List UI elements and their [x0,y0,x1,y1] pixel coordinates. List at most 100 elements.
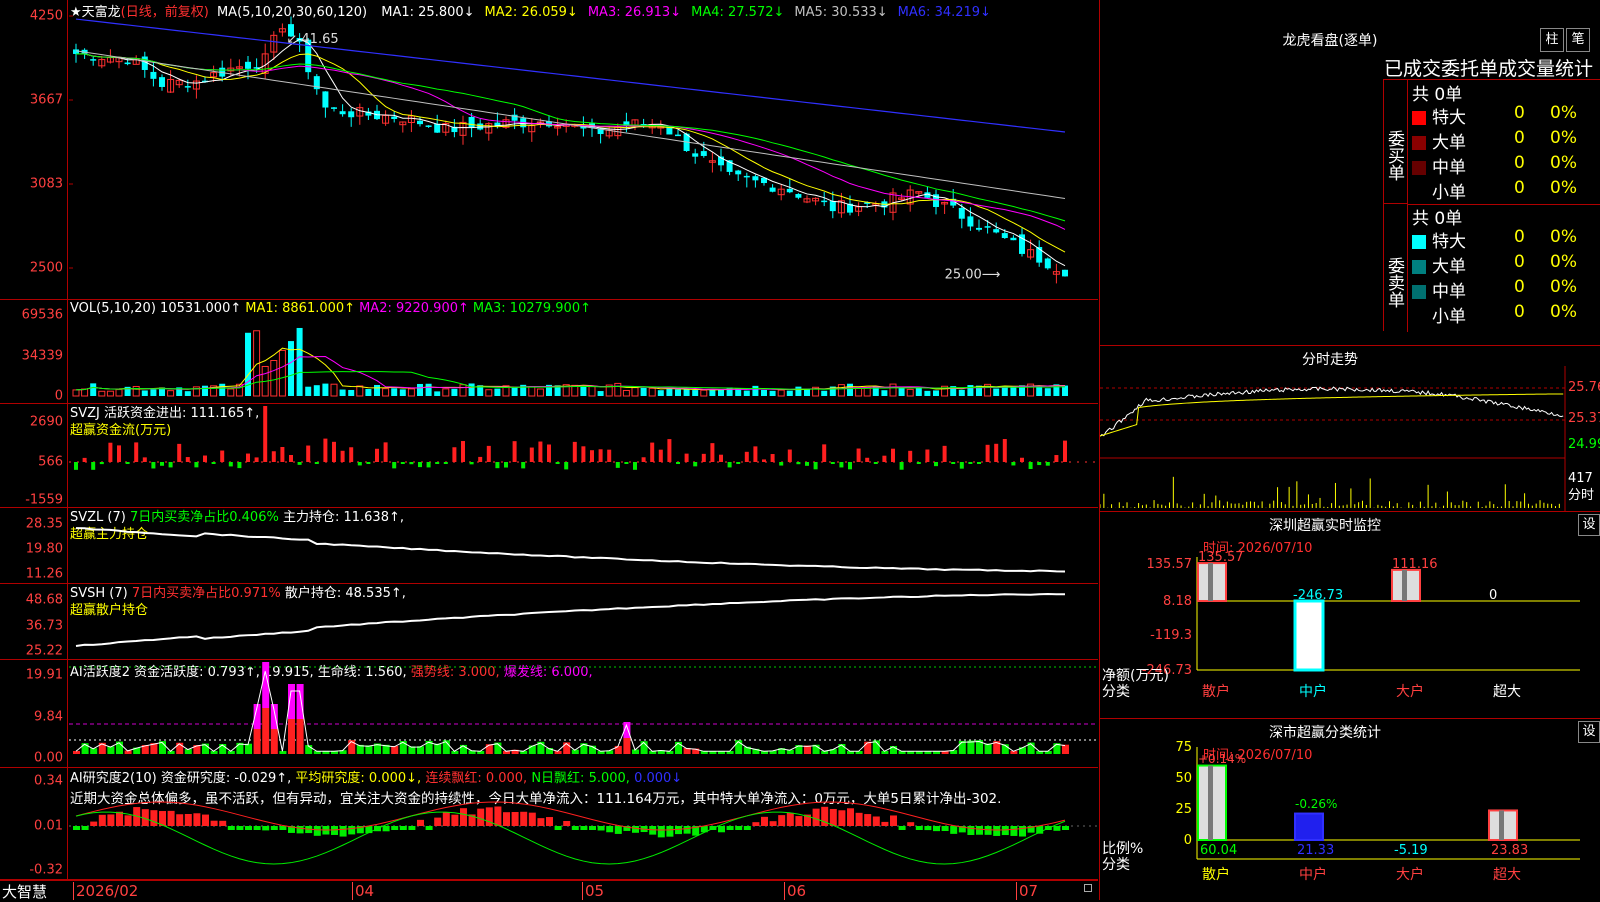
volume-bar[interactable] [967,385,974,396]
volume-bar[interactable] [425,383,432,396]
candle[interactable] [795,194,802,198]
ai-research-chart[interactable] [69,768,1098,880]
svzl-panel[interactable]: 28.35 19.80 11.26 SVZL (7) 7日内买卖净占比0.406… [0,508,1098,584]
candle[interactable] [331,107,337,109]
volume-bar[interactable] [391,388,398,396]
candle[interactable] [150,71,157,79]
volume-bar[interactable] [72,389,80,397]
volume-bar[interactable] [219,383,226,396]
kline-panel[interactable]: 4250 3667 3083 2500 ★天富龙(日线，前复权) MA(5,10… [0,0,1098,300]
volume-bar[interactable] [588,386,596,397]
volume-bar[interactable] [683,389,690,396]
volume-bar[interactable] [933,390,939,396]
candle[interactable] [425,125,432,127]
volume-bar[interactable] [597,391,604,396]
volume-bar[interactable] [666,388,673,396]
volume-bar[interactable] [726,387,733,396]
volume-bar[interactable] [580,385,587,396]
volume-bar[interactable] [459,384,467,397]
volume-bar[interactable] [821,390,828,396]
candle[interactable] [434,123,441,133]
svzj-panel[interactable]: 2690 566 -1559 SVZJ 活跃资金进出: 111.165↑, 超赢… [0,404,1098,508]
volume-bar[interactable] [993,388,1000,396]
pen-view-button[interactable]: 笔 [1566,28,1590,52]
volume-bar[interactable] [245,332,251,396]
volume-bar[interactable] [451,388,458,396]
candle[interactable] [786,188,793,193]
volume-bar[interactable] [837,384,845,397]
candle[interactable] [1062,269,1068,277]
candle[interactable] [769,187,776,192]
candle[interactable] [743,175,750,178]
volume-bar[interactable] [769,390,776,396]
volume-bar[interactable] [382,388,390,397]
volume-bar[interactable] [743,390,750,396]
svsh-chart[interactable] [69,584,1098,660]
kline-chart[interactable]: ↙ 41.65 25.00⟶ [69,0,1098,300]
volume-bar[interactable] [700,389,708,397]
candle[interactable] [821,200,828,203]
volume-bar[interactable] [494,388,501,396]
volume-bar[interactable] [631,387,639,397]
candle[interactable] [700,151,707,156]
volume-bar[interactable] [305,386,312,396]
candle[interactable] [829,200,836,212]
candle[interactable] [348,111,355,118]
volume-bar[interactable] [115,389,123,397]
volume-bar[interactable] [648,387,656,397]
volume-bar[interactable] [167,390,175,397]
ai-research-panel[interactable]: 0.34 0.01 -0.32 AI研究度2(10) 资金研究度: -0.029… [0,768,1098,880]
volume-bar[interactable] [889,383,897,397]
volume-bar[interactable] [442,388,450,397]
volume-bar[interactable] [150,389,157,396]
volume-bar[interactable] [278,349,286,397]
volume-bar[interactable] [640,387,647,396]
volume-bar[interactable] [322,383,329,396]
svzj-chart[interactable] [69,404,1098,508]
volume-bar[interactable] [915,387,922,396]
candle[interactable] [90,59,97,61]
intraday-chart[interactable]: 25.76 25.37 24.99 417 分时 [1100,346,1600,512]
candle[interactable] [1044,258,1051,269]
volume-bar[interactable] [761,389,767,396]
volume-bar[interactable] [847,383,853,396]
volume-bar[interactable] [958,389,965,396]
volume-bar[interactable] [675,389,681,396]
candle[interactable] [692,153,699,157]
volume-bar[interactable] [485,389,493,397]
volume-chart[interactable] [69,300,1098,404]
candle[interactable] [124,62,131,65]
volume-bar[interactable] [434,391,441,396]
volume-bar[interactable] [906,388,914,397]
volume-bar[interactable] [106,390,114,397]
candle[interactable] [73,49,79,54]
candle[interactable] [675,134,681,137]
candle[interactable] [967,216,974,227]
volume-bar[interactable] [330,383,338,397]
candle[interactable] [976,227,982,230]
volume-bar[interactable] [855,387,863,397]
volume-bar[interactable] [752,385,759,396]
volume-bar[interactable] [132,385,140,397]
volume-bar[interactable] [528,386,536,397]
volume-bar[interactable] [692,390,699,396]
candle[interactable] [322,91,329,108]
volume-bar[interactable] [1044,388,1051,396]
volume-bar[interactable] [924,390,931,396]
volume-bar[interactable] [614,382,622,397]
volume-bar[interactable] [98,390,106,397]
volume-bar[interactable] [374,384,380,396]
candle[interactable] [993,229,1000,233]
volume-bar[interactable] [407,388,415,397]
candle[interactable] [752,176,759,181]
volume-bar[interactable] [777,389,785,397]
candle[interactable] [159,77,165,87]
volume-bar[interactable] [399,389,406,396]
candle[interactable] [1001,233,1008,238]
volume-bar[interactable] [348,389,355,396]
candle[interactable] [958,207,965,219]
svsh-panel[interactable]: 48.68 36.73 25.22 SVSH (7) 7日内买卖净占比0.971… [0,584,1098,660]
candle[interactable] [1010,237,1017,241]
volume-bar[interactable] [227,388,235,397]
svzl-chart[interactable] [69,508,1098,584]
